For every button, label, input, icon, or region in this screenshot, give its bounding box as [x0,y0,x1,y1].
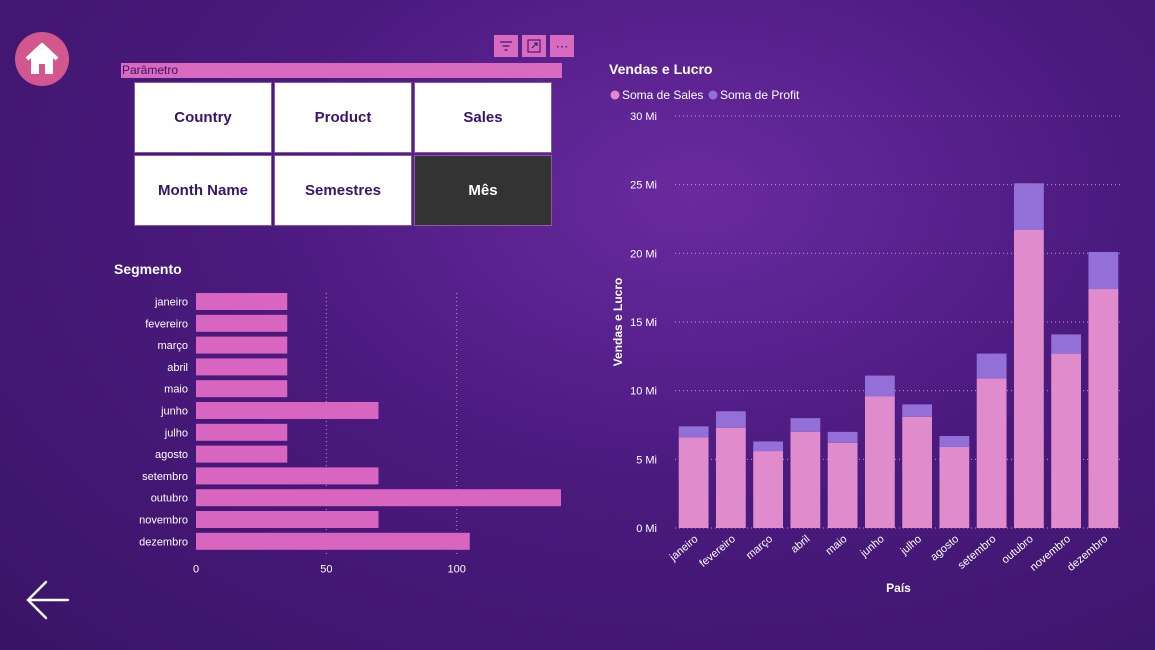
sales-bar [1013,229,1044,528]
category-label: agosto [155,449,188,461]
filter-icon [500,41,512,51]
x-tick-label: julho [898,533,924,558]
x-tick-label: abril [789,533,813,556]
y-tick-label: 10 Mi [630,386,657,398]
y-tick-label: 20 Mi [630,248,657,260]
legend-label: Soma de Profit [720,88,800,102]
slicer-option-semestres[interactable]: Semestres [274,155,412,226]
category-label: março [157,340,188,352]
bar [196,380,288,398]
profit-bar [715,411,746,428]
profit-bar [753,441,784,452]
legend-marker [708,90,718,100]
slicer-option-country[interactable]: Country [134,82,272,153]
parameter-slicer: Country Product Sales Month Name Semestr… [133,81,553,227]
segment-chart-title: Segmento [114,261,182,277]
category-label: abril [167,362,188,374]
profit-bar [864,375,895,397]
category-label: dezembro [139,536,188,548]
x-tick-label: 0 [193,564,199,576]
x-tick-label: novembro [1028,533,1073,574]
sales-bar [902,416,933,528]
category-label: setembro [142,471,188,483]
profit-bar [939,435,970,447]
category-label: novembro [139,515,188,527]
home-icon [25,43,59,74]
segment-chart: 0 50 100 janeiro fevereiro março abril maio junh… [139,293,561,576]
bar [196,314,288,332]
slicer-option-mes[interactable]: Mês [414,155,552,226]
arrow-left-icon [26,580,70,620]
bar [196,489,561,507]
bar [196,293,288,310]
x-tick-label: março [744,533,775,562]
x-tick-label: junho [858,533,887,560]
category-label: outubro [151,493,188,505]
more-options-icon: ⋯ [555,38,569,54]
sales-bar [864,396,895,528]
sales-bar [827,442,858,528]
x-axis-title: País [886,581,911,595]
category-label: julho [164,427,188,439]
category-label: fevereiro [145,318,188,330]
focus-mode-icon [527,39,541,53]
y-axis-title: Vendas e Lucro [611,278,625,367]
legend-marker [610,90,620,100]
x-tick-label: maio [824,533,850,558]
sales-bar [715,427,746,528]
x-tick-label: setembro [956,533,999,572]
profit-bar [1013,183,1044,230]
bar [196,467,379,485]
x-tick-label: agosto [928,533,961,563]
vendas-lucro-chart: Soma de Sales Soma de Profit 0 Mi 5 Mi 10 Mi… [610,88,1122,595]
bar [196,402,379,419]
x-tick-label: 50 [320,564,332,576]
focus-mode-button[interactable] [522,35,546,57]
category-label: junho [160,406,188,418]
bar [196,336,288,354]
x-tick-label: janeiro [667,533,701,564]
legend-label: Soma de Sales [622,88,703,102]
slicer-option-month-name[interactable]: Month Name [134,155,272,226]
sales-bar [1088,289,1119,528]
profit-bar [902,404,933,417]
sales-bar [790,431,821,528]
profit-bar [678,426,709,438]
slicer-option-sales[interactable]: Sales [414,82,552,153]
y-tick-label: 0 Mi [636,523,657,535]
sales-bar [753,451,784,528]
x-tick-label: 100 [448,564,466,576]
category-label: maio [164,384,188,396]
more-options-button[interactable]: ⋯ [550,35,574,57]
bar [196,445,288,463]
y-tick-label: 15 Mi [630,317,657,329]
slicer-option-product[interactable]: Product [274,82,412,153]
sales-bar [678,437,709,528]
y-tick-label: 25 Mi [630,180,657,192]
profit-bar [1088,251,1119,290]
bar [196,532,470,550]
x-tick-label: dezembro [1065,533,1110,574]
bar [196,511,379,528]
profit-bar [976,353,1007,379]
category-label: janeiro [154,297,188,309]
sales-bar [1051,353,1082,528]
y-tick-label: 5 Mi [636,454,657,466]
visual-toolbar: ⋯ [494,35,574,57]
profit-bar [827,431,858,443]
x-tick-label: fevereiro [697,533,737,570]
bar [196,358,288,376]
home-button[interactable] [15,32,69,86]
filter-button[interactable] [494,35,518,57]
profit-bar [1051,334,1082,354]
sales-bar [976,378,1007,528]
profit-bar [790,418,821,432]
sales-bar [939,446,970,528]
y-tick-label: 30 Mi [630,111,657,123]
bar [196,423,288,441]
parameter-header: Parâmetro [121,63,562,78]
vendas-chart-title: Vendas e Lucro [609,61,713,77]
back-button[interactable] [24,578,72,622]
